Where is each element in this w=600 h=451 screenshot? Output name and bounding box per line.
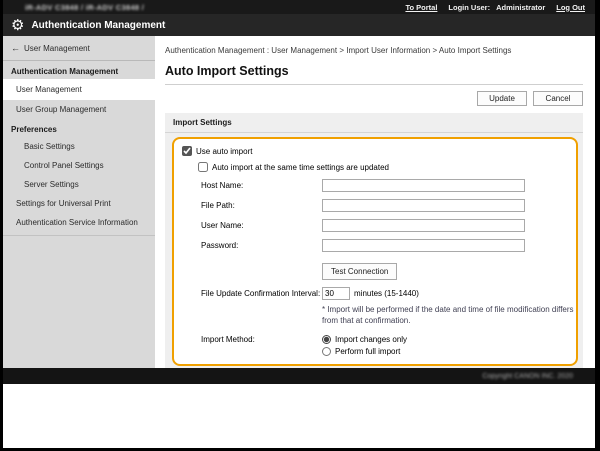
host-name-row: Host Name: (201, 179, 570, 192)
auto-import-same-time-row: Auto import at the same time settings ar… (198, 162, 570, 172)
sidebar: ← User Management Authentication Managem… (3, 36, 155, 368)
import-changes-only-label: Import changes only (335, 335, 407, 344)
auto-import-same-time-label: Auto import at the same time settings ar… (212, 163, 389, 172)
host-name-label: Host Name: (201, 181, 322, 190)
sidebar-separator (3, 235, 155, 236)
auto-import-form: Use auto import Auto import at the same … (172, 137, 578, 366)
sidebar-item-user-group-management[interactable]: User Group Management (3, 100, 155, 119)
interval-input[interactable] (322, 287, 350, 300)
body: ← User Management Authentication Managem… (3, 36, 595, 368)
sidebar-item-user-management[interactable]: User Management (3, 79, 155, 100)
sidebar-back-label: User Management (24, 44, 90, 53)
page-title: Auto Import Settings (165, 64, 583, 85)
file-path-row: File Path: (201, 199, 570, 212)
app-title: Authentication Management (31, 20, 165, 31)
sidebar-item-authentication-service-information[interactable]: Authentication Service Information (3, 213, 155, 232)
empty-area (3, 384, 595, 448)
login-user-name: Administrator (496, 3, 545, 12)
import-method-options: Import changes only Perform full import (322, 335, 407, 356)
sidebar-back-link[interactable]: ← User Management (3, 36, 155, 61)
user-name-label: User Name: (201, 221, 322, 230)
import-changes-only-radio[interactable] (322, 335, 331, 344)
remote-ui-window: iR-ADV C3848 / iR-ADV C3848 / To Portal … (3, 0, 595, 448)
app-header: ⚙ Authentication Management (3, 14, 595, 36)
sidebar-header-authentication-management: Authentication Management (3, 61, 155, 79)
import-settings-section: Import Settings Use auto import Auto imp… (165, 113, 583, 368)
import-method-label: Import Method: (201, 335, 322, 356)
gear-icon: ⚙ (11, 18, 24, 33)
auto-import-same-time-checkbox[interactable] (198, 162, 208, 172)
perform-full-import-label: Perform full import (335, 347, 400, 356)
interval-suffix: minutes (15-1440) (354, 289, 419, 298)
main-content: Authentication Management : User Managem… (155, 36, 595, 368)
password-row: Password: (201, 239, 570, 252)
to-portal-link[interactable]: To Portal (405, 3, 437, 12)
footer-bar: Copyright CANON INC. 2020 (3, 368, 595, 384)
file-path-input[interactable] (322, 199, 525, 212)
user-name-input[interactable] (322, 219, 525, 232)
host-name-input[interactable] (322, 179, 525, 192)
log-out-link[interactable]: Log Out (556, 3, 585, 12)
interval-row: File Update Confirmation Interval: minut… (201, 287, 570, 300)
user-name-row: User Name: (201, 219, 570, 232)
test-connection-button[interactable]: Test Connection (322, 263, 397, 280)
interval-note: * Import will be performed if the date a… (322, 305, 574, 327)
sidebar-item-control-panel-settings[interactable]: Control Panel Settings (3, 156, 155, 175)
use-auto-import-checkbox[interactable] (182, 146, 192, 156)
section-title: Import Settings (165, 113, 583, 133)
sidebar-item-server-settings[interactable]: Server Settings (3, 175, 155, 194)
perform-full-import-option: Perform full import (322, 347, 407, 356)
left-arrow-icon: ← (11, 43, 20, 53)
password-label: Password: (201, 241, 322, 250)
use-auto-import-label: Use auto import (196, 147, 252, 156)
login-user-group: Login User: Administrator (448, 3, 545, 12)
update-button[interactable]: Update (477, 91, 527, 106)
top-bar-links: To Portal Login User: Administrator Log … (405, 3, 585, 12)
sidebar-item-settings-for-universal-print[interactable]: Settings for Universal Print (3, 194, 155, 213)
interval-label: File Update Confirmation Interval: (201, 289, 322, 298)
login-user-label: Login User: (448, 3, 490, 12)
import-method-row: Import Method: Import changes only Perfo… (201, 335, 570, 356)
action-buttons: Update Cancel (165, 91, 583, 106)
breadcrumb: Authentication Management : User Managem… (165, 46, 583, 55)
password-input[interactable] (322, 239, 525, 252)
test-connection-row: Test Connection (322, 261, 570, 280)
import-changes-only-option: Import changes only (322, 335, 407, 344)
perform-full-import-radio[interactable] (322, 347, 331, 356)
use-auto-import-row: Use auto import (182, 146, 570, 156)
device-name-label: iR-ADV C3848 / iR-ADV C3848 / (25, 3, 144, 12)
sidebar-item-basic-settings[interactable]: Basic Settings (3, 137, 155, 156)
sidebar-header-preferences: Preferences (3, 119, 155, 137)
cancel-button[interactable]: Cancel (533, 91, 583, 106)
file-path-label: File Path: (201, 201, 322, 210)
copyright-text: Copyright CANON INC. 2020 (482, 373, 573, 380)
top-bar: iR-ADV C3848 / iR-ADV C3848 / To Portal … (3, 0, 595, 14)
